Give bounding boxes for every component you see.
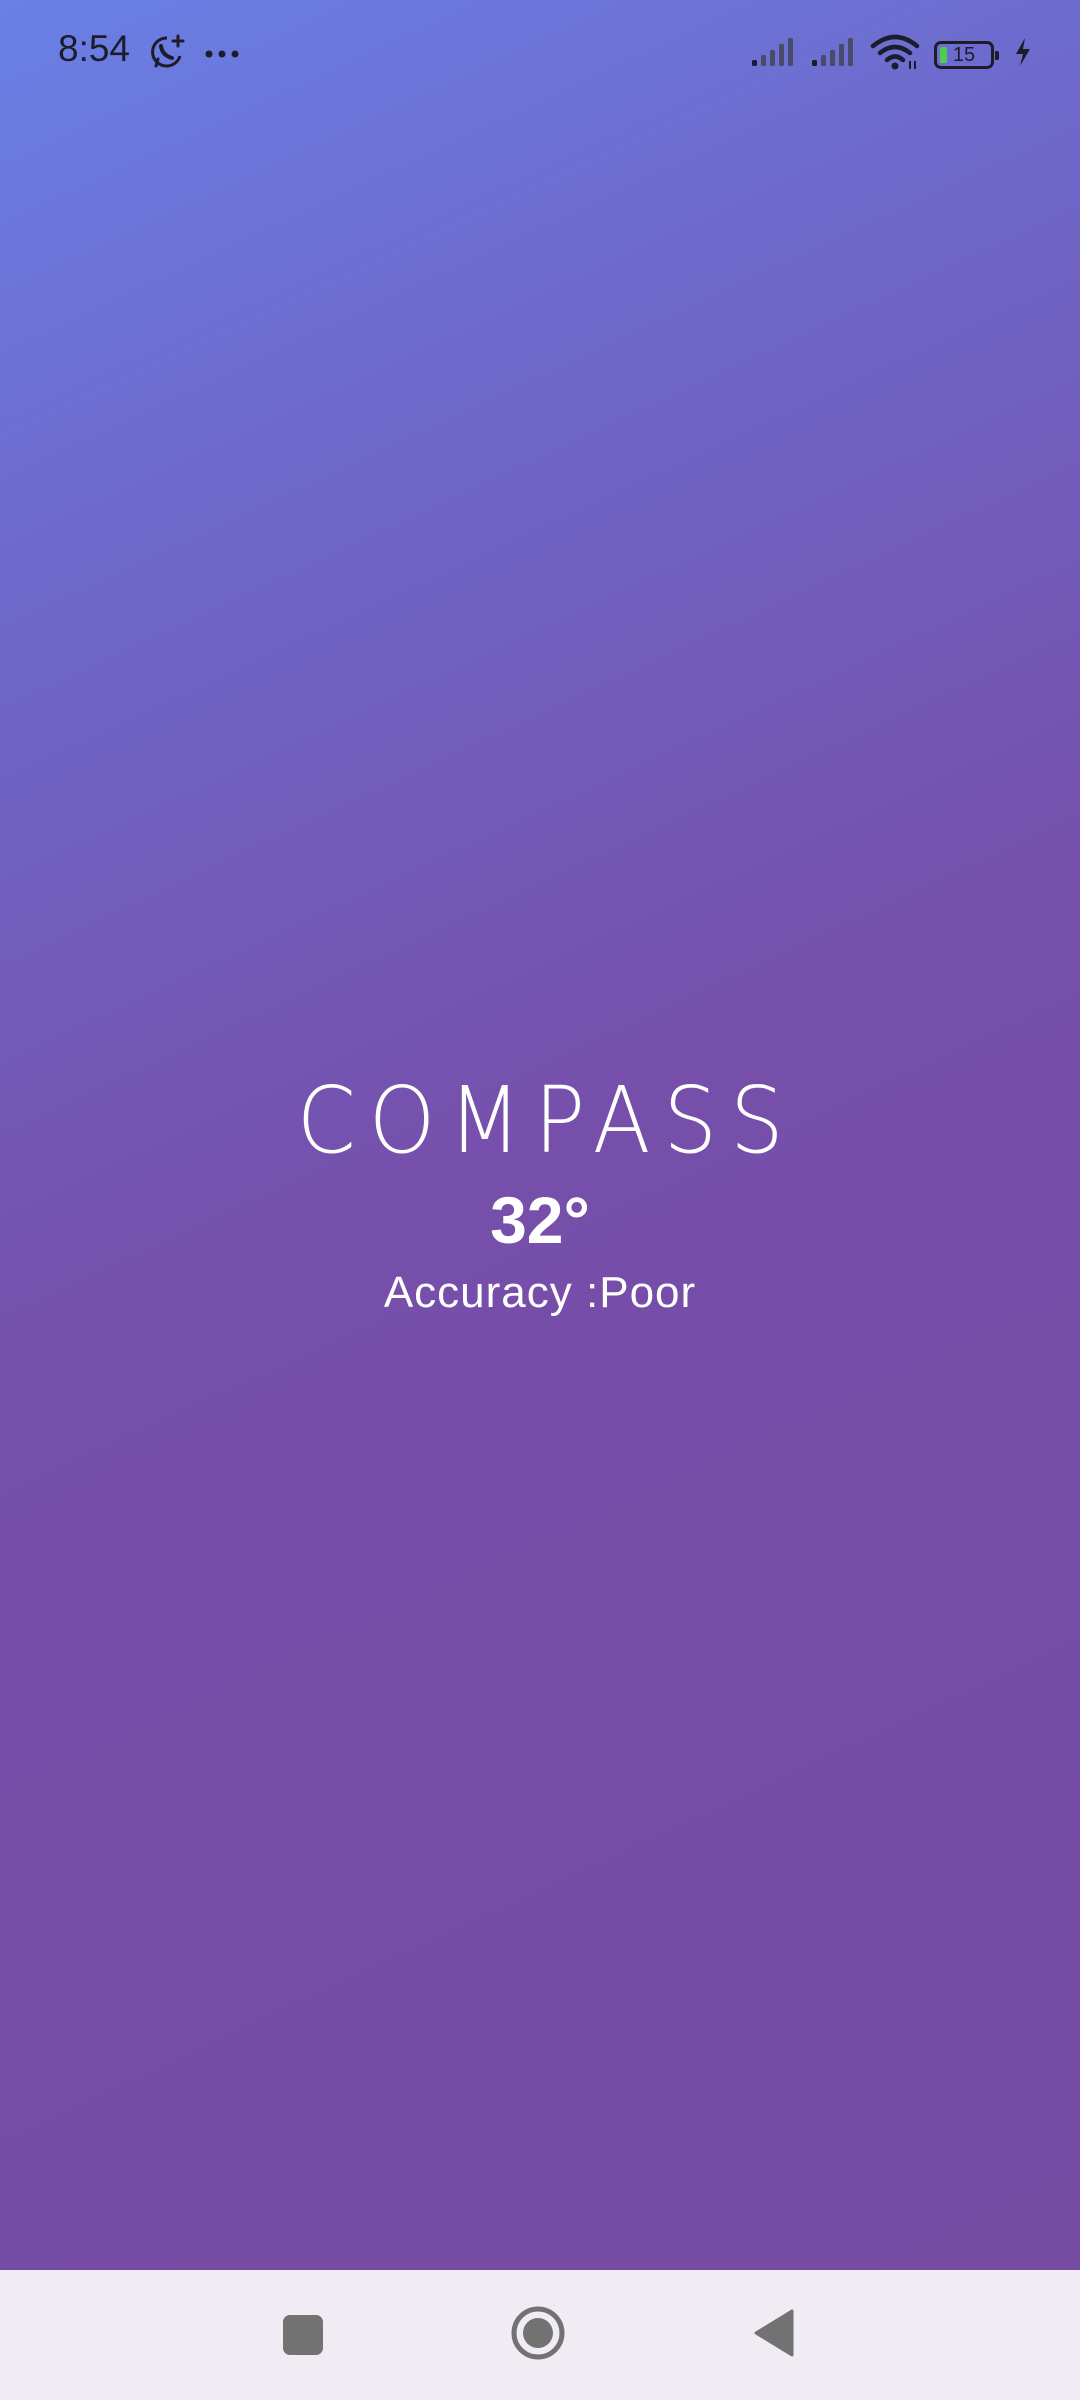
status-time: 8:54 [58,28,131,69]
charging-icon [1014,37,1032,72]
home-button[interactable] [503,2300,573,2370]
status-left-icons [148,33,240,76]
whatsapp-status-icon [148,33,186,76]
recents-button[interactable] [268,2300,338,2370]
accuracy-label: Accuracy :Poor [383,1268,697,1317]
wifi-icon [870,34,920,75]
signal-2-icon [810,36,856,73]
back-button[interactable] [739,2300,809,2370]
status-bar: 8:54 15 [0,0,1080,108]
heading-degrees: 32° [490,1183,590,1257]
app-title-wrap: COMPASS [0,1075,1080,1167]
compass-readout: COMPASS 32° Accuracy :Poor [0,1075,1080,1315]
back-icon [752,2308,796,2363]
signal-1-icon [750,36,796,73]
app-title: COMPASS [297,1067,797,1174]
home-icon [510,2305,566,2366]
compass-screen: 8:54 15 COMPASS 32° Accuracy:Poor [0,0,1080,2400]
more-dots-icon [204,46,240,64]
battery-level: 15 [952,43,976,66]
recents-icon [283,2315,323,2355]
status-right-icons: 15 [750,34,1032,75]
navigation-bar [0,2270,1080,2400]
battery-icon: 15 [934,40,999,69]
battery-fill [940,46,947,63]
